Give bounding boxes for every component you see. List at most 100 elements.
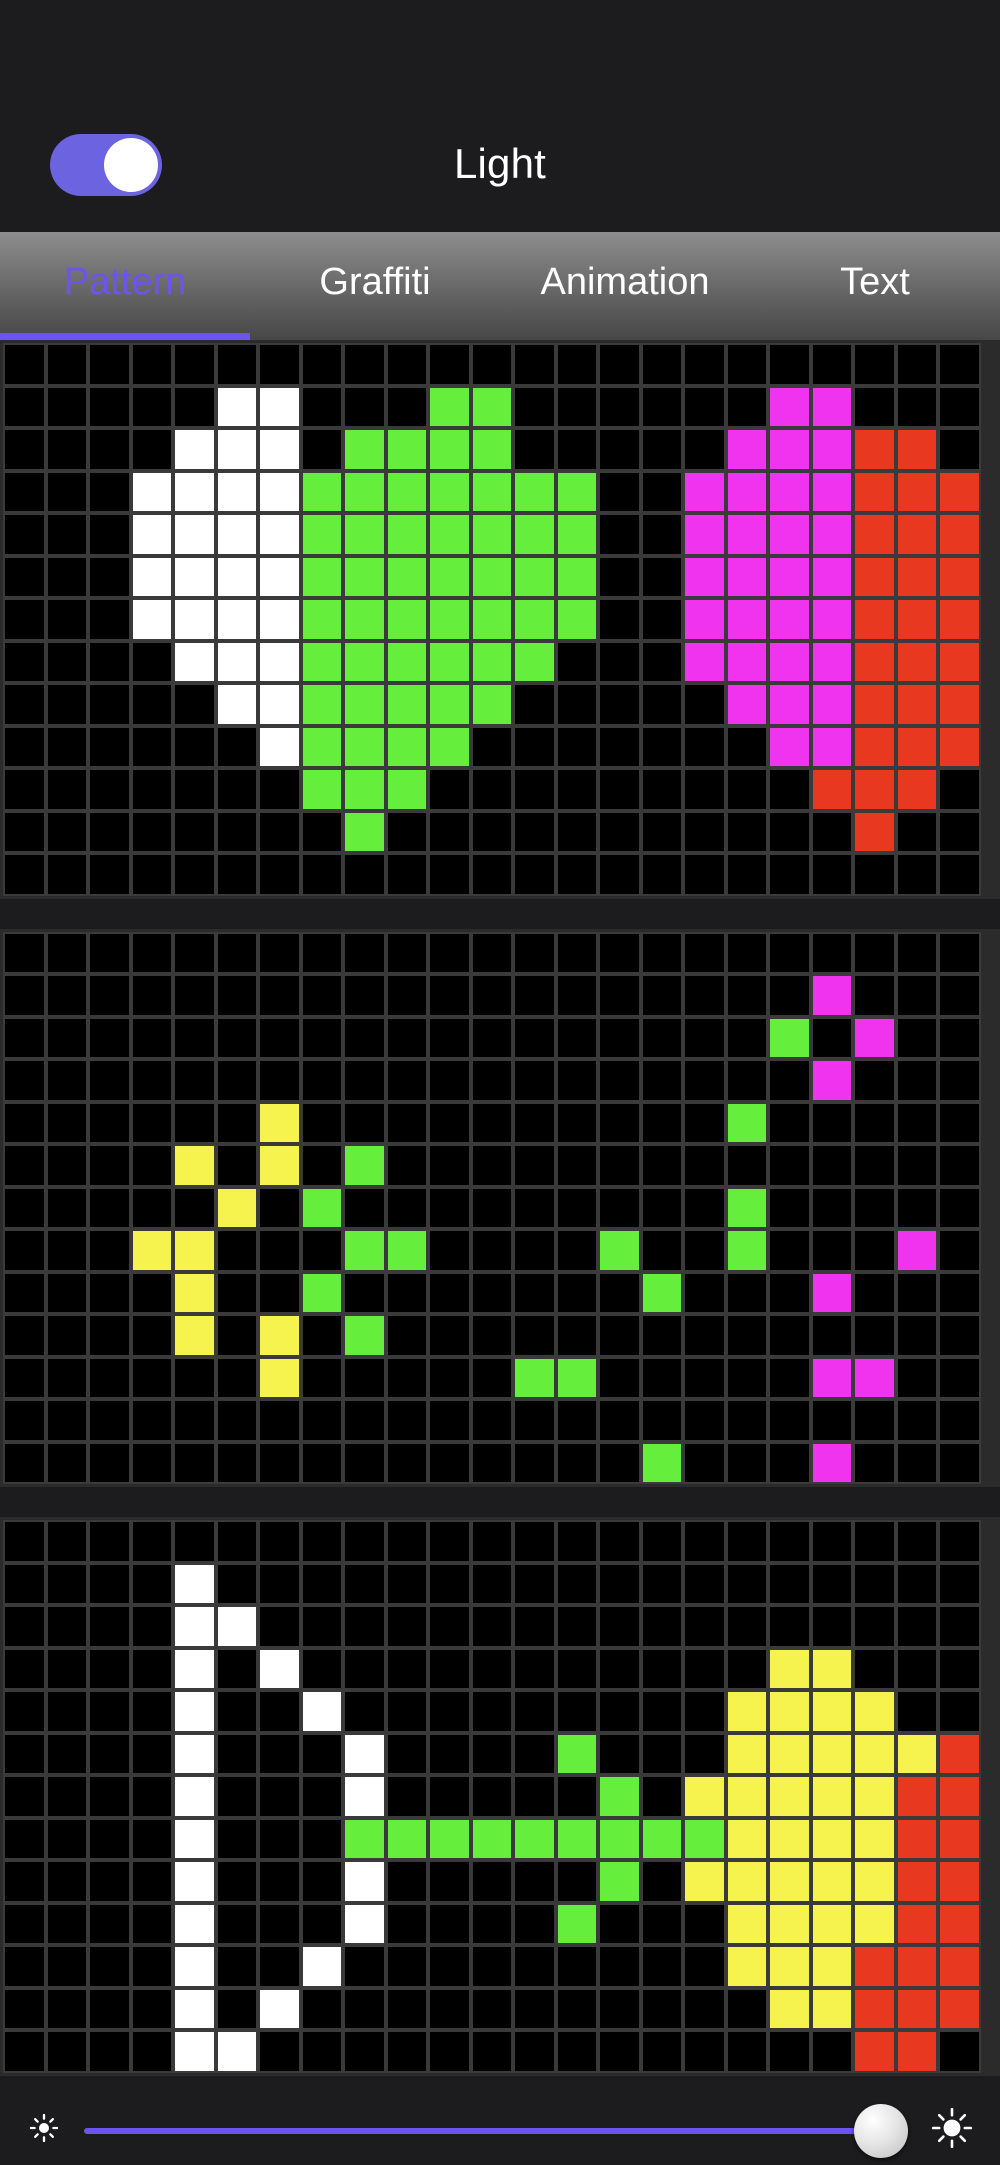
led-cell xyxy=(555,1441,598,1484)
led-cell xyxy=(810,1945,853,1988)
led-cell xyxy=(725,1356,768,1399)
led-cell xyxy=(683,1314,726,1357)
led-cell xyxy=(513,1356,556,1399)
pattern-preview-mixed[interactable] xyxy=(0,1517,1000,2076)
led-cell xyxy=(385,1605,428,1648)
pattern-preview-hearts[interactable] xyxy=(0,340,1000,899)
led-cell xyxy=(938,1520,981,1563)
led-cell xyxy=(300,640,343,683)
led-cell xyxy=(45,1356,88,1399)
led-cell xyxy=(215,1945,258,1988)
led-cell xyxy=(725,768,768,811)
led-cell xyxy=(598,343,641,386)
led-cell xyxy=(513,598,556,641)
led-cell xyxy=(343,1356,386,1399)
led-cell xyxy=(895,1945,938,1988)
led-cell xyxy=(385,1229,428,1272)
led-cell xyxy=(3,725,46,768)
led-cell xyxy=(768,1520,811,1563)
led-cell xyxy=(683,1016,726,1059)
led-cell xyxy=(853,2030,896,2073)
led-cell xyxy=(130,1647,173,1690)
led-cell xyxy=(215,1732,258,1775)
led-cell xyxy=(938,1945,981,1988)
led-cell xyxy=(513,1314,556,1357)
led-cell xyxy=(725,1605,768,1648)
led-cell xyxy=(810,1817,853,1860)
led-cell xyxy=(895,428,938,471)
led-cell xyxy=(215,1356,258,1399)
led-cell xyxy=(88,1271,131,1314)
led-cell xyxy=(470,683,513,726)
tab-text[interactable]: Text xyxy=(750,232,1000,340)
led-cell xyxy=(555,1775,598,1818)
led-cell xyxy=(428,1605,471,1648)
led-cell xyxy=(215,683,258,726)
led-cell xyxy=(258,555,301,598)
led-cell xyxy=(173,555,216,598)
tab-graffiti[interactable]: Graffiti xyxy=(250,232,500,340)
led-cell xyxy=(683,343,726,386)
led-cell xyxy=(513,1229,556,1272)
led-cell xyxy=(300,1817,343,1860)
led-cell xyxy=(513,1271,556,1314)
led-cell xyxy=(768,555,811,598)
led-cell xyxy=(88,1399,131,1442)
led-cell xyxy=(258,1059,301,1102)
brightness-slider[interactable] xyxy=(84,2103,908,2158)
led-cell xyxy=(555,1605,598,1648)
led-cell xyxy=(258,1647,301,1690)
led-cell xyxy=(640,343,683,386)
led-cell xyxy=(173,513,216,556)
led-cell xyxy=(895,1144,938,1187)
led-cell xyxy=(45,1271,88,1314)
led-cell xyxy=(725,513,768,556)
led-cell xyxy=(938,428,981,471)
led-cell xyxy=(343,555,386,598)
led-cell xyxy=(640,1817,683,1860)
led-cell xyxy=(725,1860,768,1903)
led-cell xyxy=(598,1441,641,1484)
led-cell xyxy=(725,640,768,683)
led-cell xyxy=(513,683,556,726)
led-cell xyxy=(640,1271,683,1314)
led-cell xyxy=(683,1902,726,1945)
led-cell xyxy=(3,1647,46,1690)
led-cell xyxy=(88,1144,131,1187)
tab-pattern[interactable]: Pattern xyxy=(0,232,250,340)
led-cell xyxy=(428,385,471,428)
led-cell xyxy=(215,1817,258,1860)
led-cell xyxy=(640,1902,683,1945)
led-cell xyxy=(173,1605,216,1648)
led-cell xyxy=(343,1987,386,2030)
led-cell xyxy=(88,1647,131,1690)
led-cell xyxy=(513,1186,556,1229)
led-cell xyxy=(683,1987,726,2030)
led-cell xyxy=(300,683,343,726)
led-cell xyxy=(130,1605,173,1648)
led-cell xyxy=(173,1817,216,1860)
pattern-preview-flowers[interactable] xyxy=(0,928,1000,1487)
brightness-slider-thumb[interactable] xyxy=(854,2103,908,2158)
led-cell xyxy=(3,974,46,1017)
led-cell xyxy=(768,1356,811,1399)
tab-animation[interactable]: Animation xyxy=(500,232,750,340)
led-cell xyxy=(173,1987,216,2030)
led-cell xyxy=(768,1144,811,1187)
led-cell xyxy=(258,1902,301,1945)
led-cell xyxy=(555,725,598,768)
led-cell xyxy=(555,1399,598,1442)
led-cell xyxy=(598,1399,641,1442)
led-cell xyxy=(555,768,598,811)
led-cell xyxy=(428,640,471,683)
led-cell xyxy=(725,853,768,896)
led-cell xyxy=(300,598,343,641)
led-cell xyxy=(173,1520,216,1563)
led-cell xyxy=(640,2030,683,2073)
led-cell xyxy=(598,1690,641,1733)
led-cell xyxy=(470,1860,513,1903)
led-cell xyxy=(215,470,258,513)
led-cell xyxy=(130,974,173,1017)
led-cell xyxy=(938,640,981,683)
led-cell xyxy=(470,1059,513,1102)
